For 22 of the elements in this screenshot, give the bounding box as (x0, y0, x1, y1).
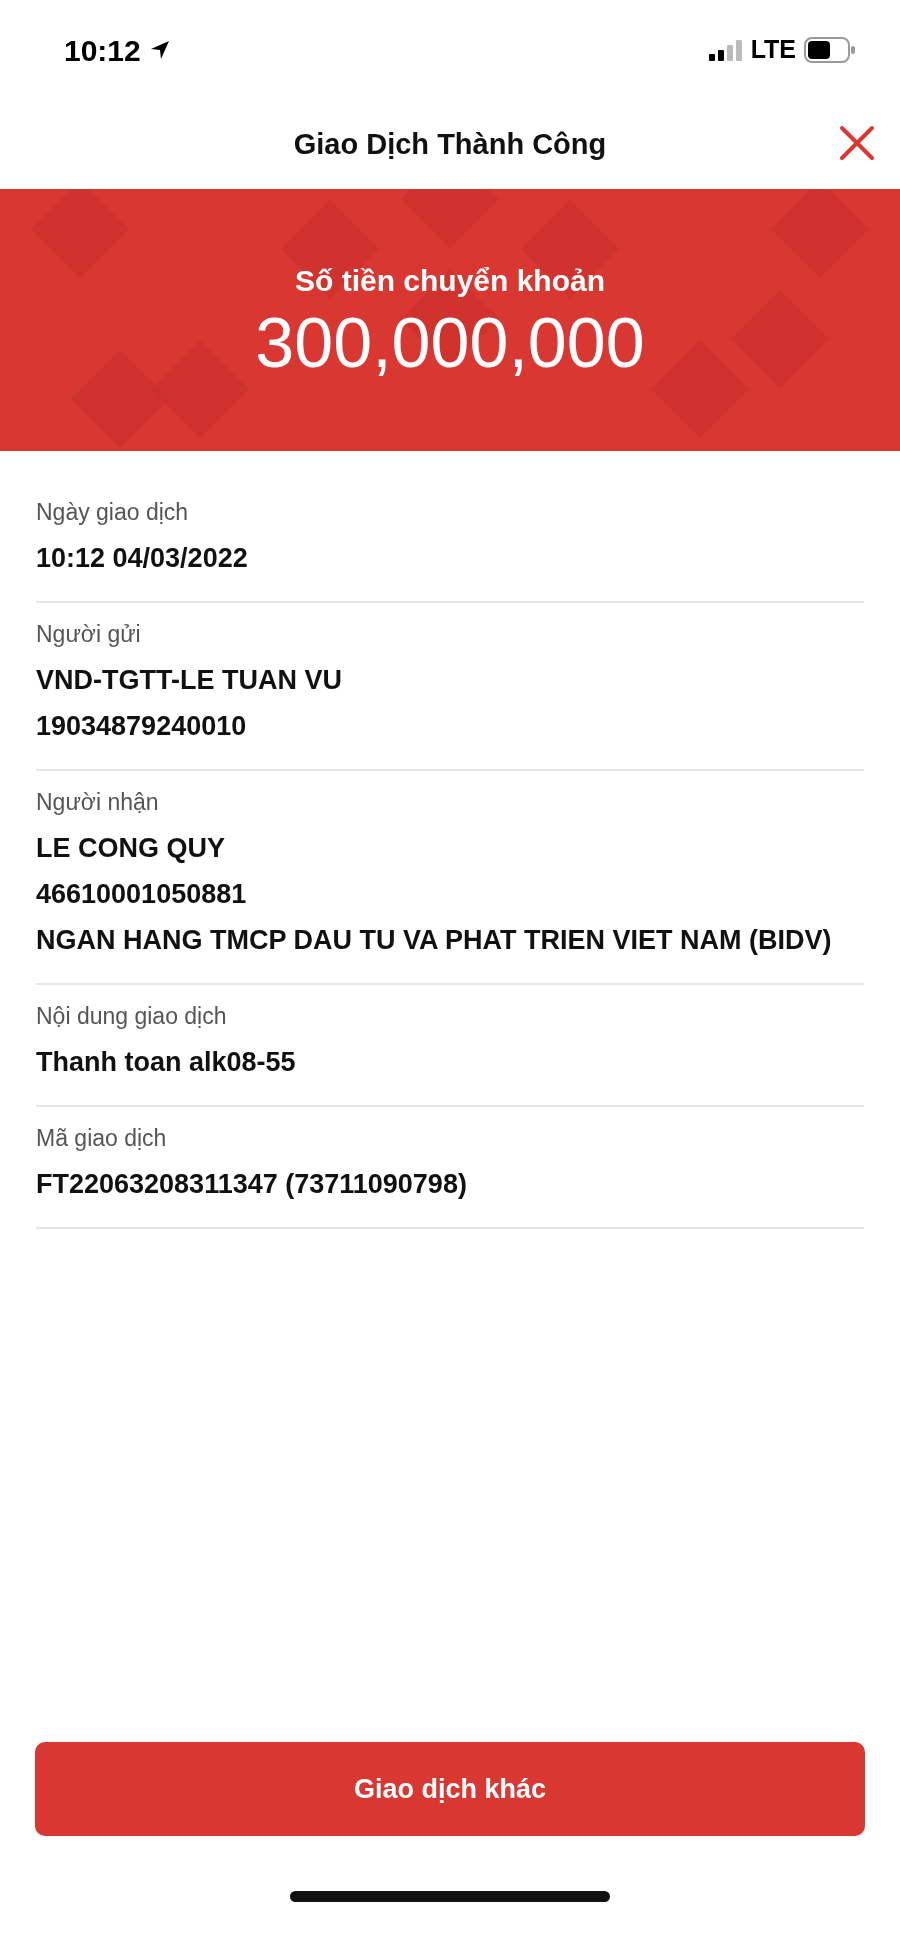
field-label: Người gửi (36, 620, 142, 649)
field-value: NGAN HANG TMCP DAU TU VA PHAT TRIEN VIET NAM (BIDV) (36, 924, 833, 957)
status-time: 10:12 (64, 32, 141, 69)
field-value: FT22063208311347 (73711090798) (36, 1168, 468, 1201)
signal-icon (708, 39, 743, 61)
amount-label: Số tiền chuyển khoản (294, 263, 606, 299)
field-value: 19034879240010 (36, 710, 248, 743)
field-label: Ngày giao dịch (36, 498, 190, 527)
other-transaction-button[interactable]: Giao dịch khác (35, 1742, 865, 1836)
amount-value: 300,000,000 (255, 305, 645, 382)
page-title: Giao Dịch Thành Công (293, 126, 607, 162)
field-value: 10:12 04/03/2022 (36, 542, 249, 575)
field-value: LE CONG QUY (36, 832, 226, 865)
field-label: Người nhận (36, 788, 160, 817)
field-label: Mã giao dịch (36, 1124, 168, 1153)
field-value: Thanh toan alk08-55 (36, 1046, 297, 1079)
battery-icon (804, 37, 856, 63)
field-label: Nội dung giao dịch (36, 1002, 228, 1031)
close-icon[interactable] (838, 124, 876, 162)
field-value: 46610001050881 (36, 878, 248, 911)
field-value: VND-TGTT-LE TUAN VU (36, 664, 343, 697)
network-label: LTE (750, 34, 796, 66)
